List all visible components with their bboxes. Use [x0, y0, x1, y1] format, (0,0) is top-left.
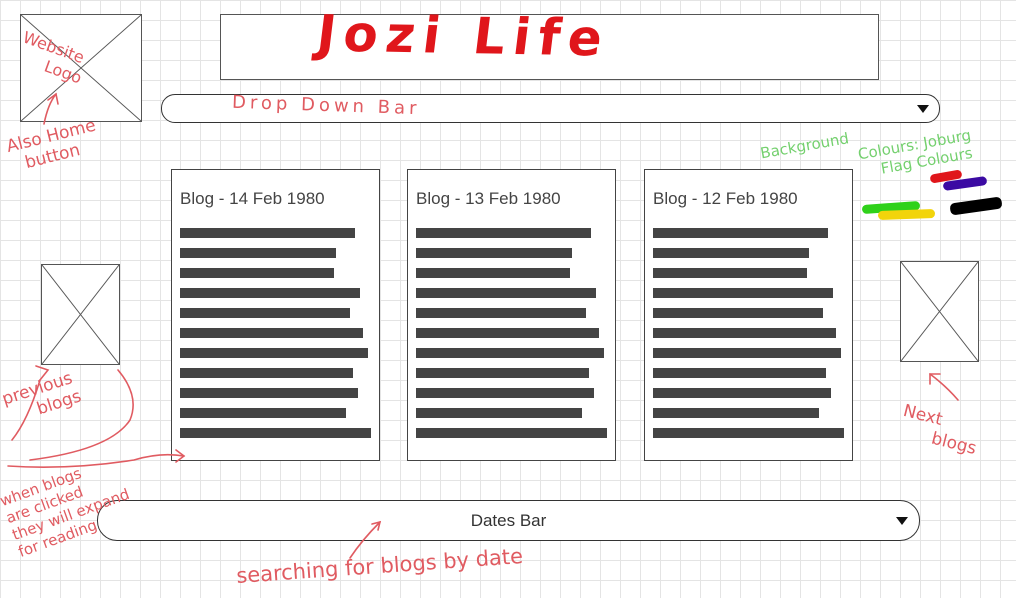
- text-line: [180, 228, 355, 238]
- annotation-home-button: Also Home button: [5, 116, 103, 177]
- blog-title: Blog - 14 Feb 1980: [180, 189, 325, 208]
- annotation-previous-blogs: previous blogs: [0, 367, 84, 428]
- blog-title: Blog - 13 Feb 1980: [416, 189, 561, 208]
- text-line: [416, 228, 591, 238]
- text-line: [416, 428, 607, 438]
- text-line: [180, 368, 353, 378]
- text-line: [180, 248, 336, 258]
- text-line: [653, 228, 828, 238]
- annotation-expand: when blogs are clicked they will expand …: [0, 451, 138, 561]
- image-placeholder-icon: [901, 262, 978, 361]
- text-line: [180, 328, 363, 338]
- dates-bar-label: Dates Bar: [470, 510, 547, 530]
- text-line: [180, 268, 334, 278]
- text-line: [653, 308, 823, 318]
- annotation-next-blogs: Next blogs: [896, 401, 983, 459]
- text-line: [653, 348, 841, 358]
- blog-card[interactable]: Blog - 12 Feb 1980: [644, 169, 853, 461]
- text-line: [180, 428, 371, 438]
- chevron-down-icon[interactable]: [917, 104, 929, 113]
- text-line: [416, 408, 582, 418]
- text-line: [180, 408, 346, 418]
- text-line: [416, 328, 599, 338]
- text-line: [653, 428, 844, 438]
- arrow-head: [929, 373, 941, 385]
- text-line: [180, 348, 368, 358]
- text-line: [416, 348, 604, 358]
- text-line: [653, 328, 836, 338]
- chevron-down-icon[interactable]: [896, 516, 908, 525]
- site-title-banner: Jozi Life: [220, 4, 879, 80]
- blog-card[interactable]: Blog - 14 Feb 1980: [171, 169, 380, 461]
- text-line: [180, 388, 358, 398]
- next-blogs-button[interactable]: [900, 261, 979, 362]
- text-line: [416, 308, 586, 318]
- blog-card[interactable]: Blog - 13 Feb 1980: [407, 169, 616, 461]
- text-line: [416, 368, 589, 378]
- text-line: [653, 288, 833, 298]
- text-line: [653, 388, 831, 398]
- text-line: [180, 308, 350, 318]
- text-line: [653, 408, 819, 418]
- arrow-next: [929, 373, 959, 401]
- text-line: [653, 248, 809, 258]
- site-title: Jozi Life: [313, 4, 614, 68]
- flag-colour-swatch: [949, 196, 1003, 216]
- text-line: [416, 288, 596, 298]
- flag-colour-swatch: [877, 209, 936, 220]
- text-line: [416, 248, 572, 258]
- text-line: [653, 268, 807, 278]
- text-line: [416, 268, 570, 278]
- text-line: [416, 388, 594, 398]
- text-line: [180, 288, 360, 298]
- previous-blogs-button[interactable]: [41, 264, 120, 365]
- image-placeholder-icon: [42, 265, 119, 364]
- annotation-search: searching for blogs by date: [235, 544, 524, 588]
- text-line: [653, 368, 826, 378]
- dates-dropdown[interactable]: Dates Bar: [97, 500, 920, 541]
